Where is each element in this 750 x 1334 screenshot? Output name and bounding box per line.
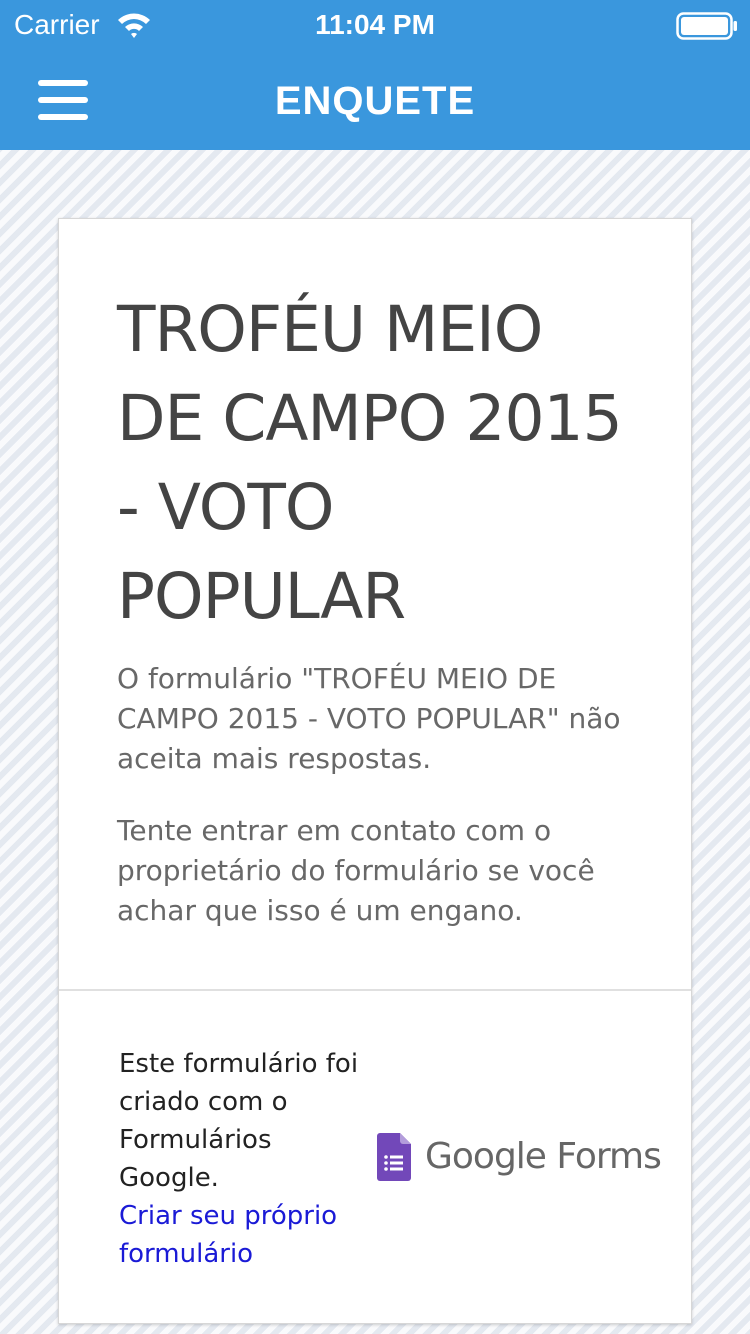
page-title: ENQUETE [274,79,476,123]
nav-bar: ENQUETE [0,50,750,150]
footer-info: Este formulário foi criado com o Formulá… [119,1045,369,1273]
app-header: Carrier 11:04 PM ENQUETE [0,0,750,150]
created-with-text: Este formulário foi criado com o Formulá… [119,1049,359,1193]
create-own-form-link[interactable]: Criar seu próprio formulário [119,1197,369,1273]
brand-wordmark: Google Forms [425,1135,662,1179]
brand-google: Google [425,1136,547,1177]
status-bar: Carrier 11:04 PM [0,0,750,50]
form-contact-message: Tente entrar em contato com o proprietár… [117,814,595,927]
battery-icon [676,12,737,40]
form-title: TROFÉU MEIO DE CAMPO 2015 - VOTO POPULAR [117,293,623,633]
brand-forms: Forms [556,1136,661,1177]
form-card: TROFÉU MEIO DE CAMPO 2015 - VOTO POPULAR… [58,218,692,1324]
google-forms-icon [377,1133,411,1181]
divider [59,989,691,991]
form-closed-message: O formulário "TROFÉU MEIO DE CAMPO 2015 … [117,662,621,775]
status-time: 11:04 PM [315,9,435,40]
